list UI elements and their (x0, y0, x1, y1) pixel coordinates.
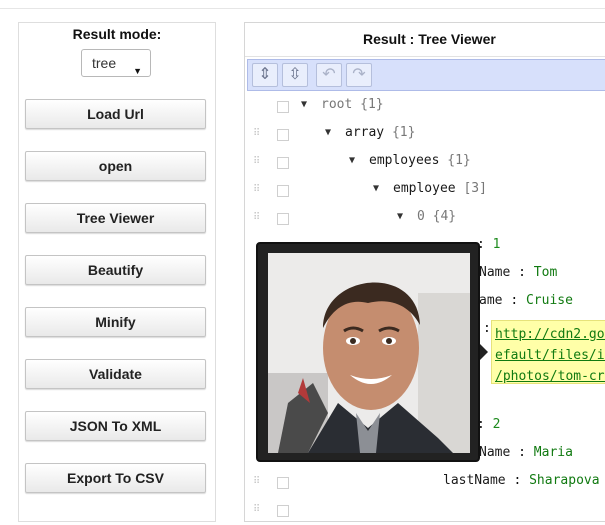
node-value[interactable]: Maria (534, 445, 573, 460)
node-key: root (321, 97, 353, 112)
node-key: Name (479, 445, 511, 460)
json-to-xml-button[interactable]: JSON To XML (25, 411, 206, 441)
export-to-csv-button[interactable]: Export To CSV (25, 463, 206, 493)
node-value[interactable]: Tom (534, 265, 557, 280)
top-divider (0, 8, 605, 9)
url-line[interactable]: efault/files/im (495, 345, 605, 366)
photo-url-value[interactable]: http://cdn2.gos efault/files/im /photos/… (491, 320, 605, 384)
open-button[interactable]: open (25, 151, 206, 181)
minify-button[interactable]: Minify (25, 307, 206, 337)
tree-node-array[interactable]: ⠿ ▼ array {1} (245, 125, 605, 149)
key-separator: : (510, 293, 519, 308)
node-key: ame (479, 293, 503, 308)
key-separator: : (518, 265, 526, 280)
tree-node-employees[interactable]: ⠿ ▼ employees {1} (245, 153, 605, 177)
node-key: array (345, 125, 385, 140)
result-mode-select[interactable]: tree ▼ (81, 49, 151, 77)
node-key: lastName (443, 473, 506, 488)
drag-handle-icon[interactable]: ⠿ (253, 477, 261, 491)
node-value[interactable]: 2 (493, 417, 501, 432)
expand-arrow-icon[interactable]: ▼ (397, 211, 403, 222)
tree-node-item-0[interactable]: ⠿ ▼ 0 {4} (245, 209, 605, 233)
node-checkbox[interactable] (277, 101, 289, 113)
collapse-all-icon[interactable]: ⇳ (282, 63, 308, 87)
expand-arrow-icon[interactable]: ▼ (301, 99, 307, 110)
undo-icon[interactable]: ↶ (316, 63, 342, 87)
node-checkbox[interactable] (277, 505, 289, 517)
drag-handle-icon[interactable]: ⠿ (253, 213, 261, 227)
key-separator: : (513, 473, 522, 488)
dropdown-caret-icon: ▼ (133, 66, 142, 76)
image-preview-popup (256, 242, 480, 462)
tree-node-root[interactable]: ▼ root {1} (245, 97, 605, 121)
expand-all-icon[interactable]: ⇕ (252, 63, 278, 87)
expand-arrow-icon[interactable]: ▼ (325, 127, 331, 138)
beautify-button[interactable]: Beautify (25, 255, 206, 285)
tree-node-partial[interactable]: ⠿ (245, 501, 605, 525)
drag-handle-icon[interactable]: ⠿ (253, 157, 261, 171)
key-separator: : (483, 321, 491, 336)
tree-viewer-button[interactable]: Tree Viewer (25, 203, 206, 233)
tree-node-employee[interactable]: ⠿ ▼ employee [3] (245, 181, 605, 205)
node-key: Name (479, 265, 511, 280)
node-count: {1} (447, 153, 471, 168)
drag-handle-icon[interactable]: ⠿ (253, 129, 261, 143)
node-value[interactable]: 1 (493, 237, 501, 252)
key-separator: : (518, 445, 526, 460)
node-value[interactable]: Cruise (526, 293, 573, 308)
redo-icon[interactable]: ↷ (346, 63, 372, 87)
url-line[interactable]: /photos/tom-cru (495, 366, 605, 383)
expand-arrow-icon[interactable]: ▼ (373, 183, 379, 194)
result-mode-value: tree (92, 55, 117, 71)
tree-node-lastname[interactable]: ⠿ lastName : Sharapova (245, 473, 605, 497)
node-count: {1} (360, 97, 384, 112)
node-count: {1} (391, 125, 416, 140)
load-url-button[interactable]: Load Url (25, 99, 206, 129)
node-count: [3] (463, 181, 487, 196)
result-mode-label: Result mode: (72, 26, 162, 42)
left-panel: Result mode: tree ▼ Load Url open Tree V… (18, 22, 216, 522)
url-line[interactable]: http://cdn2.gos (495, 324, 605, 345)
node-value[interactable]: Sharapova (529, 473, 599, 488)
node-key: employee (393, 181, 456, 196)
drag-handle-icon[interactable]: ⠿ (253, 185, 261, 199)
node-checkbox[interactable] (277, 185, 289, 197)
drag-handle-icon[interactable]: ⠿ (253, 505, 261, 519)
node-checkbox[interactable] (277, 477, 289, 489)
tree-toolbar: ⇕ ⇳ ↶ ↷ (247, 59, 605, 91)
panel-title: Result : Tree Viewer (245, 23, 605, 57)
portrait-photo (268, 253, 470, 453)
node-key: employees (369, 153, 440, 168)
node-checkbox[interactable] (277, 129, 289, 141)
node-checkbox[interactable] (277, 213, 289, 225)
node-checkbox[interactable] (277, 157, 289, 169)
node-count: {4} (432, 209, 457, 224)
validate-button[interactable]: Validate (25, 359, 206, 389)
node-key: 0 (417, 209, 425, 224)
expand-arrow-icon[interactable]: ▼ (349, 155, 355, 166)
